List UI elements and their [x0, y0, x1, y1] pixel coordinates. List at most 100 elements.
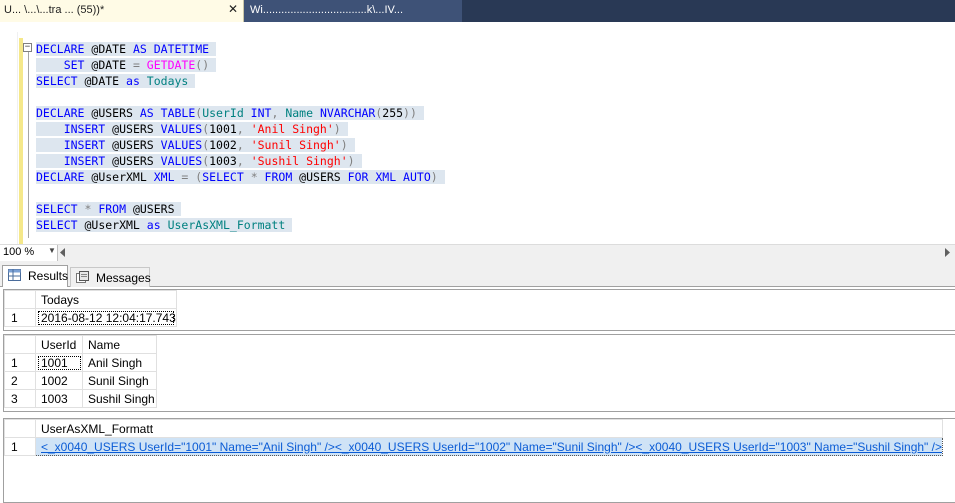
table-row[interactable]: 1 <_x0040_USERS UserId="1001" Name="Anil… — [4, 437, 943, 456]
code-line[interactable]: SELECT @DATE as Todays — [36, 73, 936, 89]
selected-code: INSERT @USERS VALUES(1002, 'Sunil Singh'… — [36, 138, 355, 152]
result-grid-users[interactable]: UserId Name 1 1001 Anil Singh 2 1002 Sun… — [3, 334, 955, 412]
code-token: as — [126, 74, 140, 88]
results-tab-strip: Results Messages — [0, 261, 955, 287]
code-token: AUTO — [396, 170, 431, 184]
selected-code: INSERT @USERS VALUES(1003, 'Sushil Singh… — [36, 154, 362, 168]
code-token: DECLARE — [36, 106, 85, 120]
code-token: * — [243, 170, 258, 184]
selected-code: SELECT @DATE as Todays — [36, 74, 196, 88]
result-grid-xml[interactable]: UserAsXML_Formatt 1 <_x0040_USERS UserId… — [3, 418, 955, 503]
table-row[interactable]: 2 1002 Sunil Singh — [4, 371, 157, 390]
code-token: VALUES — [160, 138, 203, 152]
scroll-left-icon[interactable] — [60, 248, 66, 257]
code-line[interactable] — [36, 89, 936, 105]
selected-code: SELECT * FROM @USERS — [36, 202, 182, 216]
row-number: 3 — [4, 389, 36, 408]
column-header[interactable]: UserAsXML_Formatt — [35, 419, 943, 438]
table-cell[interactable]: 2016-08-12 12:04:17.743 — [35, 308, 177, 327]
code-token: INT — [250, 106, 272, 120]
code-token: @UserXML — [77, 218, 147, 232]
code-token: 'Anil Singh' — [243, 122, 334, 136]
code-line[interactable]: SELECT * FROM @USERS — [36, 201, 936, 217]
table-cell[interactable]: 1002 — [35, 371, 83, 390]
code-token: 1001 — [209, 122, 237, 136]
table-row[interactable]: 1 2016-08-12 12:04:17.743 — [4, 308, 177, 327]
code-token: SELECT — [36, 218, 78, 232]
tab-results-label: Results — [28, 269, 69, 283]
chevron-down-icon: ▼ — [48, 246, 56, 255]
selected-code: DECLARE @USERS AS TABLE(UserId INT, Name… — [36, 106, 424, 120]
code-token: @DATE — [84, 58, 133, 72]
editor-status-bar: 100 % ▼ — [0, 244, 955, 261]
table-header-row: Todays — [4, 290, 177, 309]
code-token: @USERS — [126, 202, 175, 216]
code-token: ( — [188, 170, 203, 184]
selected-code: SELECT @UserXML as UserAsXML_Formatt — [36, 218, 293, 232]
code-token: VALUES — [160, 154, 203, 168]
tab-title: U... \...\...tra ... (55))* — [4, 4, 105, 16]
code-line[interactable]: DECLARE @USERS AS TABLE(UserId INT, Name… — [36, 105, 936, 121]
code-token: DECLARE — [36, 42, 85, 56]
code-line[interactable]: INSERT @USERS VALUES(1002, 'Sunil Singh'… — [36, 137, 936, 153]
close-icon[interactable]: ✕ — [228, 2, 238, 16]
code-token: ) — [333, 122, 341, 136]
tab-messages[interactable]: Messages — [70, 267, 151, 287]
table-row[interactable]: 3 1003 Sushil Singh — [4, 389, 157, 408]
sql-query-editor[interactable]: − DECLARE @DATE AS DATETIME SET @DATE = … — [0, 22, 955, 244]
code-token: ) — [430, 170, 438, 184]
code-token: DATETIME — [146, 42, 210, 56]
table-header-row: UserAsXML_Formatt — [4, 419, 943, 438]
table-cell[interactable]: 1001 — [35, 353, 83, 372]
code-token: AS — [132, 42, 147, 56]
code-line[interactable]: SELECT @UserXML as UserAsXML_Formatt — [36, 217, 936, 233]
code-token: GETDATE — [139, 58, 196, 72]
results-pane: Todays 1 2016-08-12 12:04:17.743 UserId … — [0, 287, 955, 503]
row-number-header — [4, 419, 36, 438]
code-token: , — [236, 122, 244, 136]
collapse-region-icon[interactable]: − — [23, 43, 32, 52]
messages-icon — [76, 271, 89, 283]
xml-link-cell[interactable]: <_x0040_USERS UserId="1001" Name="Anil S… — [35, 437, 943, 456]
table-cell[interactable]: Sunil Singh — [82, 371, 157, 390]
code-token: UserAsXML_Formatt — [160, 218, 286, 232]
tab-messages-label: Messages — [96, 271, 151, 285]
table-cell[interactable]: Anil Singh — [82, 353, 157, 372]
code-token: FROM — [91, 202, 127, 216]
grid-icon — [8, 269, 21, 281]
code-token: DECLARE — [36, 170, 85, 184]
code-token: AS — [139, 106, 154, 120]
code-line[interactable]: SET @DATE = GETDATE() — [36, 57, 936, 73]
scroll-right-icon[interactable] — [944, 248, 950, 257]
code-line[interactable]: INSERT @USERS VALUES(1001, 'Anil Singh') — [36, 121, 936, 137]
code-token: @UserXML — [84, 170, 154, 184]
table-cell[interactable]: Sushil Singh — [82, 389, 157, 408]
code-token: @USERS — [84, 106, 140, 120]
column-header[interactable]: Todays — [35, 290, 177, 309]
code-lines[interactable]: DECLARE @DATE AS DATETIME SET @DATE = GE… — [36, 41, 936, 233]
zoom-dropdown[interactable]: 100 % ▼ — [0, 245, 58, 261]
code-token: FOR — [347, 170, 369, 184]
code-token: FROM — [257, 170, 293, 184]
code-token: Name — [278, 106, 320, 120]
server-connection-tab[interactable]: Wi..................................k\..… — [244, 0, 462, 22]
column-header[interactable]: Name — [82, 335, 157, 354]
code-line[interactable]: DECLARE @UserXML XML = (SELECT * FROM @U… — [36, 169, 936, 185]
column-header[interactable]: UserId — [35, 335, 83, 354]
code-token: as — [146, 218, 161, 232]
table-cell[interactable]: 1003 — [35, 389, 83, 408]
zoom-value: 100 % — [3, 246, 35, 258]
code-token: NVARCHAR — [319, 106, 376, 120]
table-row[interactable]: 1 1001 Anil Singh — [4, 353, 157, 372]
result-grid-todays[interactable]: Todays 1 2016-08-12 12:04:17.743 — [3, 289, 955, 331]
row-number: 1 — [4, 353, 36, 372]
code-token: @USERS — [105, 154, 161, 168]
outline-guide — [28, 52, 29, 238]
tab-results[interactable]: Results — [2, 265, 68, 287]
code-token: 1002 — [209, 138, 237, 152]
query-document-tab[interactable]: U... \...\...tra ... (55))* ✕ — [0, 0, 244, 22]
code-token: 255 — [382, 106, 404, 120]
code-line[interactable]: DECLARE @DATE AS DATETIME — [36, 41, 936, 57]
code-line[interactable]: INSERT @USERS VALUES(1003, 'Sushil Singh… — [36, 153, 936, 169]
code-line[interactable] — [36, 185, 936, 201]
